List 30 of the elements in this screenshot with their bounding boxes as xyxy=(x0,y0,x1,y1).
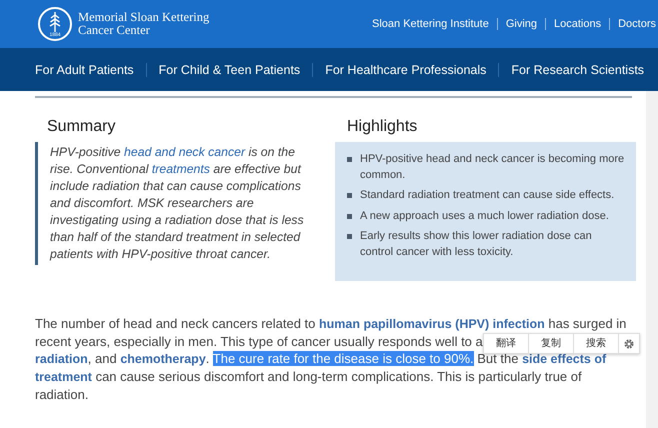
text-link[interactable]: human papillomavirus (HPV) infection xyxy=(319,317,545,331)
utility-link[interactable]: Sloan Kettering Institute xyxy=(364,18,497,30)
text-link[interactable]: side effects of xyxy=(522,352,606,366)
utility-link[interactable]: Giving xyxy=(496,18,545,30)
logo-wordmark[interactable]: Memorial Sloan Kettering Cancer Center xyxy=(78,11,210,37)
text-link[interactable]: radiation xyxy=(35,352,88,366)
bullet-icon xyxy=(347,214,352,218)
highlight-item: Early results show this lower radiation dose can control cancer with less toxicity. xyxy=(360,229,593,260)
highlight-item: Standard radiation treatment can cause side effects. xyxy=(360,188,614,203)
toolbar-button[interactable]: 翻译 xyxy=(484,334,529,353)
text-link[interactable]: head and neck cancer xyxy=(124,145,246,159)
nav-link[interactable]: For Adult Patients xyxy=(23,62,146,76)
nav-link[interactable]: For Healthcare Professionals xyxy=(312,62,498,76)
toolbar-button[interactable]: 搜索 xyxy=(574,334,619,353)
text-link[interactable]: chemotherapy xyxy=(120,352,206,366)
highlight-item: HPV-positive head and neck cancer is becoming more common. xyxy=(360,152,626,182)
section-heading: Highlights xyxy=(347,118,418,136)
utility-link[interactable]: Doctors xyxy=(609,18,658,30)
nav-link[interactable]: For Child & Teen Patients xyxy=(146,62,312,76)
summary-paragraph: HPV-positive head and neck cancer is on the rise. Conventional treatments are effective but include radiation that can cause complications and discomfort. MSK researchers are investigating using a radiation dose that is less than half of the standard treatment in selected patients with HPV-positive throat cancer. xyxy=(35,142,319,265)
text-link[interactable]: treatments xyxy=(152,162,210,176)
bullet-icon xyxy=(347,157,352,162)
utility-link[interactable]: Locations xyxy=(545,18,610,30)
bullet-icon xyxy=(347,193,352,198)
text-link[interactable]: treatment xyxy=(35,370,92,384)
section-heading: Summary xyxy=(47,118,116,136)
bullet-icon xyxy=(347,234,352,239)
toolbar-button[interactable]: 复制 xyxy=(529,334,574,353)
highlight-item: A new approach uses a much lower radiation dose. xyxy=(360,208,609,224)
nav-link[interactable]: For Research Scientists xyxy=(498,62,656,76)
